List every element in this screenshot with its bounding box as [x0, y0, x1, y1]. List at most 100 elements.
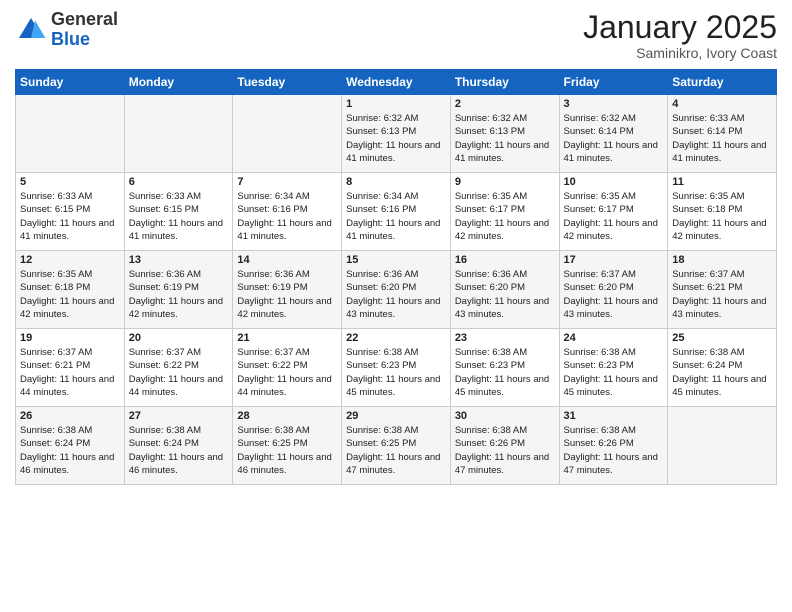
day-number: 2 [455, 98, 555, 110]
day-cell: 24Sunrise: 6:38 AM Sunset: 6:23 PM Dayli… [559, 329, 668, 407]
day-number: 18 [672, 254, 772, 266]
day-cell [16, 95, 125, 173]
week-row-2: 5 Sunrise: 6:33 AM Sunset: 6:15 PM Daylig… [16, 173, 777, 251]
day-info: Sunrise: 6:35 AM Sunset: 6:18 PM Dayligh… [20, 268, 120, 321]
logo-icon [15, 14, 47, 46]
week-row-1: 1Sunrise: 6:32 AM Sunset: 6:13 PM Daylig… [16, 95, 777, 173]
day-cell: 7 Sunrise: 6:34 AM Sunset: 6:16 PM Daylig… [233, 173, 342, 251]
day-number: 8 [346, 176, 446, 188]
calendar-subtitle: Saminikro, Ivory Coast [583, 45, 777, 61]
col-thursday: Thursday [450, 70, 559, 95]
day-number: 12 [20, 254, 120, 266]
day-info: Sunrise: 6:38 AM Sunset: 6:25 PM Dayligh… [237, 424, 337, 477]
day-cell: 30 Sunrise: 6:38 AM Sunset: 6:26 PM Dayli… [450, 407, 559, 485]
day-info: Sunrise: 6:36 AM Sunset: 6:20 PM Dayligh… [455, 268, 555, 321]
page-container: General Blue January 2025 Saminikro, Ivo… [0, 0, 792, 495]
day-cell: 8 Sunrise: 6:34 AM Sunset: 6:16 PM Daylig… [342, 173, 451, 251]
day-info: Sunrise: 6:35 AM Sunset: 6:18 PM Dayligh… [672, 190, 772, 243]
day-info: Sunrise: 6:37 AM Sunset: 6:21 PM Dayligh… [20, 346, 120, 399]
day-number: 29 [346, 410, 446, 422]
day-info: Sunrise: 6:35 AM Sunset: 6:17 PM Dayligh… [564, 190, 664, 243]
day-cell: 1Sunrise: 6:32 AM Sunset: 6:13 PM Daylig… [342, 95, 451, 173]
day-info: Sunrise: 6:37 AM Sunset: 6:20 PM Dayligh… [564, 268, 664, 321]
day-cell [233, 95, 342, 173]
day-cell: 22 Sunrise: 6:38 AM Sunset: 6:23 PM Dayli… [342, 329, 451, 407]
day-cell: 4Sunrise: 6:33 AM Sunset: 6:14 PM Daylig… [668, 95, 777, 173]
day-info: Sunrise: 6:32 AM Sunset: 6:13 PM Dayligh… [346, 112, 446, 165]
day-number: 21 [237, 332, 337, 344]
day-info: Sunrise: 6:33 AM Sunset: 6:15 PM Dayligh… [20, 190, 120, 243]
calendar-table: Sunday Monday Tuesday Wednesday Thursday… [15, 69, 777, 485]
day-cell: 14Sunrise: 6:36 AM Sunset: 6:19 PM Dayli… [233, 251, 342, 329]
day-number: 20 [129, 332, 229, 344]
day-number: 15 [346, 254, 446, 266]
day-number: 7 [237, 176, 337, 188]
day-number: 26 [20, 410, 120, 422]
day-number: 11 [672, 176, 772, 188]
day-info: Sunrise: 6:37 AM Sunset: 6:22 PM Dayligh… [129, 346, 229, 399]
day-number: 3 [564, 98, 664, 110]
day-number: 5 [20, 176, 120, 188]
day-info: Sunrise: 6:38 AM Sunset: 6:26 PM Dayligh… [455, 424, 555, 477]
day-cell: 21 Sunrise: 6:37 AM Sunset: 6:22 PM Dayli… [233, 329, 342, 407]
day-cell: 28 Sunrise: 6:38 AM Sunset: 6:25 PM Dayli… [233, 407, 342, 485]
day-info: Sunrise: 6:38 AM Sunset: 6:25 PM Dayligh… [346, 424, 446, 477]
day-number: 10 [564, 176, 664, 188]
day-info: Sunrise: 6:38 AM Sunset: 6:23 PM Dayligh… [455, 346, 555, 399]
day-cell: 16Sunrise: 6:36 AM Sunset: 6:20 PM Dayli… [450, 251, 559, 329]
day-cell: 10 Sunrise: 6:35 AM Sunset: 6:17 PM Dayli… [559, 173, 668, 251]
day-number: 9 [455, 176, 555, 188]
day-info: Sunrise: 6:38 AM Sunset: 6:24 PM Dayligh… [672, 346, 772, 399]
col-wednesday: Wednesday [342, 70, 451, 95]
day-cell: 25Sunrise: 6:38 AM Sunset: 6:24 PM Dayli… [668, 329, 777, 407]
day-cell: 31Sunrise: 6:38 AM Sunset: 6:26 PM Dayli… [559, 407, 668, 485]
day-cell: 12 Sunrise: 6:35 AM Sunset: 6:18 PM Dayli… [16, 251, 125, 329]
day-number: 30 [455, 410, 555, 422]
day-number: 13 [129, 254, 229, 266]
day-info: Sunrise: 6:34 AM Sunset: 6:16 PM Dayligh… [346, 190, 446, 243]
day-number: 24 [564, 332, 664, 344]
logo-blue: Blue [51, 29, 90, 49]
day-info: Sunrise: 6:38 AM Sunset: 6:24 PM Dayligh… [129, 424, 229, 477]
day-number: 17 [564, 254, 664, 266]
day-cell: 18Sunrise: 6:37 AM Sunset: 6:21 PM Dayli… [668, 251, 777, 329]
day-number: 28 [237, 410, 337, 422]
day-cell: 20 Sunrise: 6:37 AM Sunset: 6:22 PM Dayli… [124, 329, 233, 407]
day-info: Sunrise: 6:37 AM Sunset: 6:22 PM Dayligh… [237, 346, 337, 399]
col-friday: Friday [559, 70, 668, 95]
day-info: Sunrise: 6:32 AM Sunset: 6:14 PM Dayligh… [564, 112, 664, 165]
col-sunday: Sunday [16, 70, 125, 95]
day-cell: 2 Sunrise: 6:32 AM Sunset: 6:13 PM Daylig… [450, 95, 559, 173]
day-info: Sunrise: 6:34 AM Sunset: 6:16 PM Dayligh… [237, 190, 337, 243]
day-cell: 19 Sunrise: 6:37 AM Sunset: 6:21 PM Dayli… [16, 329, 125, 407]
day-cell: 27 Sunrise: 6:38 AM Sunset: 6:24 PM Dayli… [124, 407, 233, 485]
day-number: 19 [20, 332, 120, 344]
day-number: 6 [129, 176, 229, 188]
day-cell: 15 Sunrise: 6:36 AM Sunset: 6:20 PM Dayli… [342, 251, 451, 329]
logo: General Blue [15, 10, 118, 50]
day-number: 31 [564, 410, 664, 422]
day-cell: 29 Sunrise: 6:38 AM Sunset: 6:25 PM Dayli… [342, 407, 451, 485]
title-block: January 2025 Saminikro, Ivory Coast [583, 10, 777, 61]
col-tuesday: Tuesday [233, 70, 342, 95]
day-number: 23 [455, 332, 555, 344]
col-saturday: Saturday [668, 70, 777, 95]
day-info: Sunrise: 6:38 AM Sunset: 6:23 PM Dayligh… [346, 346, 446, 399]
day-cell [668, 407, 777, 485]
week-row-4: 19 Sunrise: 6:37 AM Sunset: 6:21 PM Dayli… [16, 329, 777, 407]
day-info: Sunrise: 6:33 AM Sunset: 6:14 PM Dayligh… [672, 112, 772, 165]
day-info: Sunrise: 6:32 AM Sunset: 6:13 PM Dayligh… [455, 112, 555, 165]
day-cell [124, 95, 233, 173]
day-info: Sunrise: 6:36 AM Sunset: 6:20 PM Dayligh… [346, 268, 446, 321]
day-cell: 11 Sunrise: 6:35 AM Sunset: 6:18 PM Dayli… [668, 173, 777, 251]
day-info: Sunrise: 6:36 AM Sunset: 6:19 PM Dayligh… [129, 268, 229, 321]
day-cell: 9 Sunrise: 6:35 AM Sunset: 6:17 PM Daylig… [450, 173, 559, 251]
logo-text: General Blue [51, 10, 118, 50]
day-number: 27 [129, 410, 229, 422]
header: General Blue January 2025 Saminikro, Ivo… [15, 10, 777, 61]
day-number: 22 [346, 332, 446, 344]
day-info: Sunrise: 6:35 AM Sunset: 6:17 PM Dayligh… [455, 190, 555, 243]
day-cell: 13 Sunrise: 6:36 AM Sunset: 6:19 PM Dayli… [124, 251, 233, 329]
day-cell: 17 Sunrise: 6:37 AM Sunset: 6:20 PM Dayli… [559, 251, 668, 329]
day-cell: 23 Sunrise: 6:38 AM Sunset: 6:23 PM Dayli… [450, 329, 559, 407]
